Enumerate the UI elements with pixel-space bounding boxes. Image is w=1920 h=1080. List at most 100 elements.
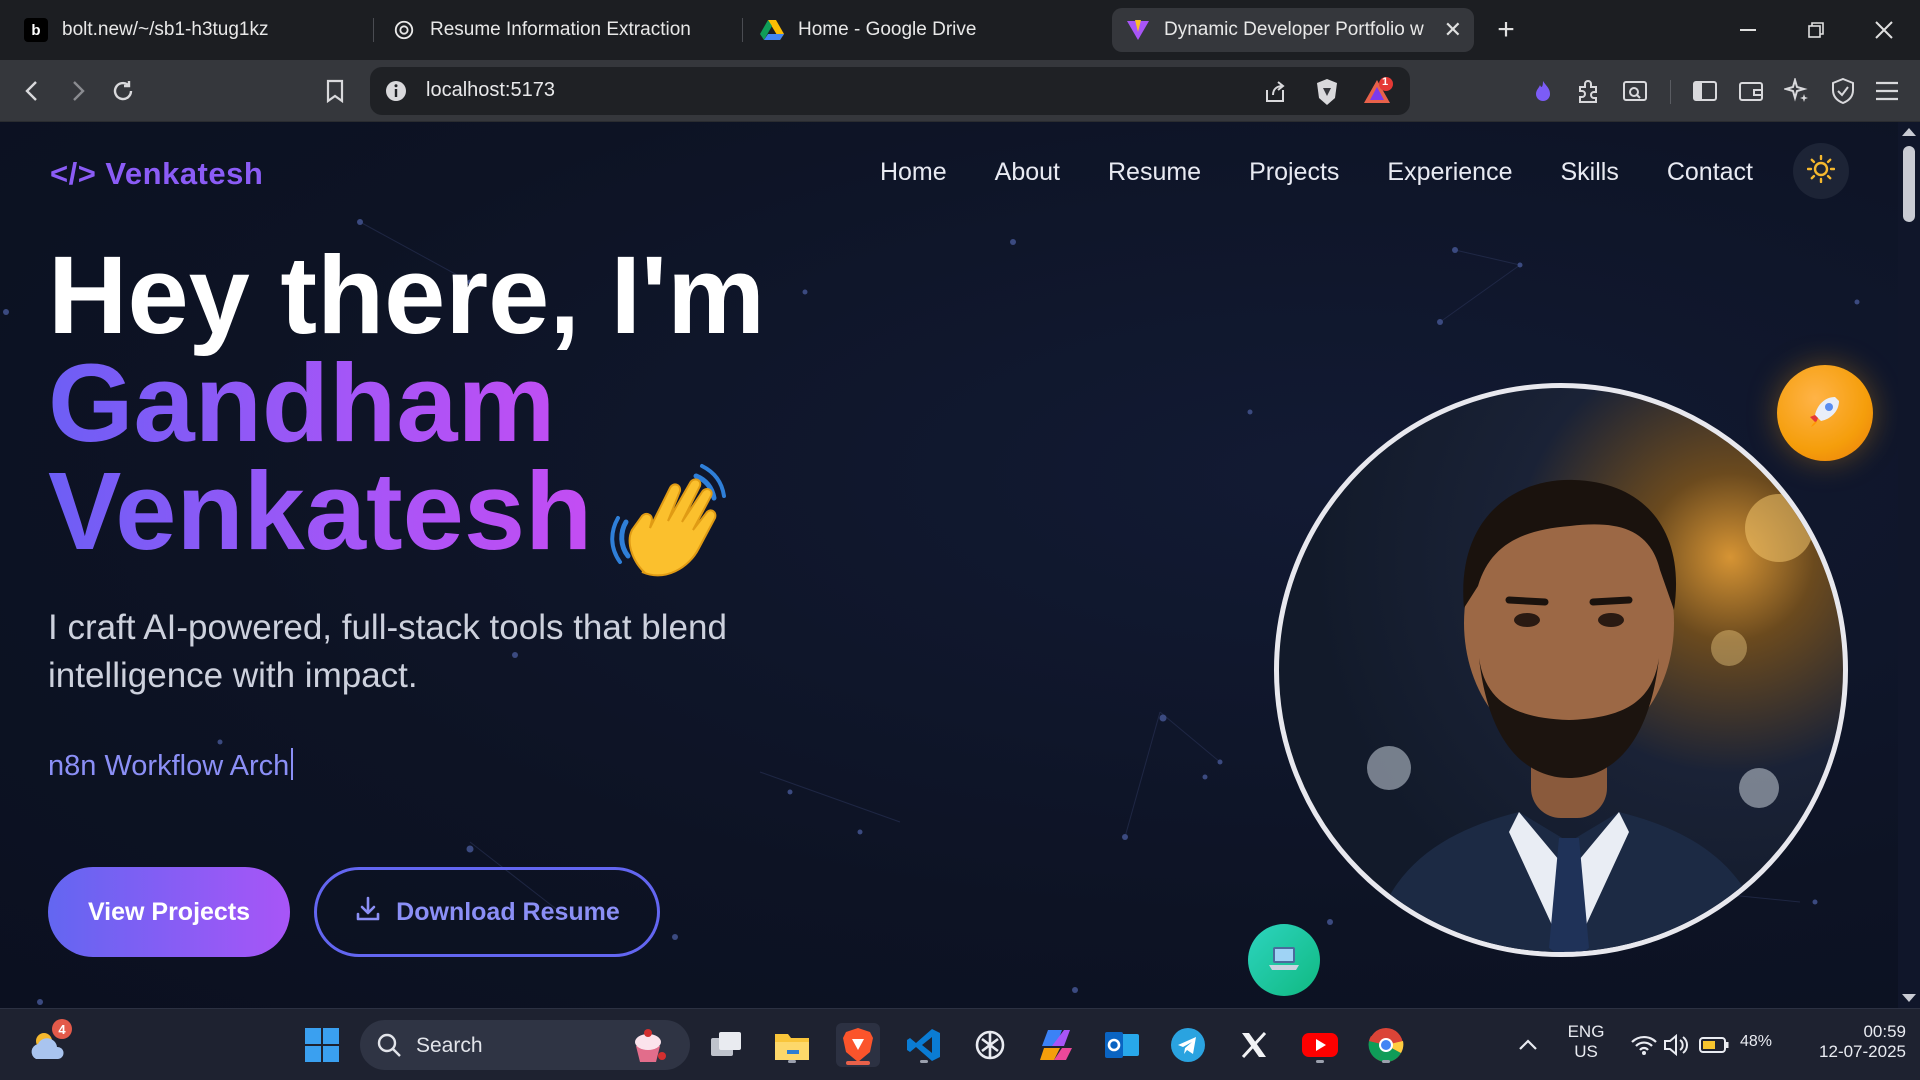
forward-button[interactable]: [58, 72, 96, 110]
weather-widget[interactable]: 4: [26, 1019, 72, 1067]
browser-toolbar: localhost:5173 1: [0, 60, 1920, 122]
brave-browser-icon[interactable]: [836, 1023, 880, 1067]
nav-experience[interactable]: Experience: [1387, 158, 1512, 187]
chrome-icon[interactable]: [1364, 1023, 1408, 1067]
tab-google-drive[interactable]: Home - Google Drive: [746, 8, 1106, 52]
start-button[interactable]: [300, 1023, 344, 1067]
site-logo[interactable]: </> Venkatesh: [50, 156, 263, 192]
vpn-icon[interactable]: [1824, 72, 1862, 110]
site-info-icon[interactable]: [384, 79, 408, 103]
google-drive-icon: [760, 18, 784, 42]
restore-button[interactable]: [1782, 8, 1850, 52]
tab-resume-extraction[interactable]: Resume Information Extraction: [378, 8, 738, 52]
typed-role-value: n8n Workflow Arch: [48, 750, 290, 782]
typing-caret: [291, 748, 294, 780]
youtube-icon[interactable]: [1298, 1023, 1342, 1067]
browser-tab-strip: b bolt.new/~/sb1-h3tug1kz Resume Informa…: [0, 0, 1920, 60]
language-indicator[interactable]: ENG US: [1556, 1022, 1616, 1062]
battery-percent: 48%: [1739, 1033, 1773, 1050]
address-bar[interactable]: localhost:5173 1: [370, 67, 1410, 115]
download-icon: [354, 895, 382, 930]
weather-badge: 4: [52, 1019, 72, 1039]
running-indicator: [1316, 1060, 1324, 1063]
windows-taskbar: 4 Search ENG US 48% 00:59 12-07-2025: [0, 1008, 1920, 1080]
taskbar-search[interactable]: Search: [360, 1020, 690, 1070]
menu-icon[interactable]: [1868, 72, 1906, 110]
download-resume-button[interactable]: Download Resume: [314, 867, 660, 957]
tab-title: Home - Google Drive: [798, 19, 977, 40]
url-text[interactable]: localhost:5173: [426, 79, 555, 102]
brave-shields-icon[interactable]: [1312, 77, 1342, 107]
scroll-down-arrow[interactable]: [1902, 994, 1916, 1002]
tab-bolt[interactable]: b bolt.new/~/sb1-h3tug1kz: [10, 8, 370, 52]
site-nav: Home About Resume Projects Experience Sk…: [880, 158, 1753, 187]
new-tab-button[interactable]: +: [1488, 10, 1524, 50]
running-indicator: [920, 1060, 928, 1063]
brave-rewards-icon[interactable]: 1: [1364, 76, 1394, 107]
sun-icon: [1806, 154, 1836, 188]
vscode-icon[interactable]: [902, 1023, 946, 1067]
clock-time: 00:59: [1863, 1022, 1906, 1041]
page-viewport: </> Venkatesh Home About Resume Projects…: [0, 122, 1898, 1008]
tab-title: Resume Information Extraction: [430, 19, 691, 40]
notification-badge: 1: [1382, 76, 1389, 88]
search-icon: [376, 1032, 402, 1063]
x-twitter-icon[interactable]: [1232, 1023, 1276, 1067]
scrollbar-thumb[interactable]: [1903, 146, 1915, 222]
region-code: US: [1574, 1042, 1598, 1061]
file-explorer-icon[interactable]: [770, 1023, 814, 1067]
reload-button[interactable]: [104, 72, 142, 110]
extensions-icon[interactable]: [1570, 72, 1608, 110]
telegram-icon[interactable]: [1166, 1023, 1210, 1067]
battery-icon[interactable]: [1696, 1023, 1732, 1067]
hero-tagline: I craft AI-powered, full-stack tools tha…: [48, 608, 727, 695]
profile-photo: [1274, 383, 1848, 957]
wallet-icon[interactable]: [1732, 72, 1770, 110]
clock-date: 12-07-2025: [1819, 1042, 1906, 1061]
nav-skills[interactable]: Skills: [1560, 158, 1618, 187]
nav-contact[interactable]: Contact: [1667, 158, 1753, 187]
minimize-button[interactable]: [1714, 8, 1782, 52]
nav-projects[interactable]: Projects: [1249, 158, 1339, 187]
bolt-icon: b: [24, 18, 48, 42]
waving-hand-icon: [610, 462, 730, 592]
active-indicator: [846, 1061, 870, 1065]
theme-toggle-button[interactable]: [1793, 143, 1849, 199]
nav-resume[interactable]: Resume: [1108, 158, 1201, 187]
volume-icon[interactable]: [1654, 1023, 1698, 1067]
nav-about[interactable]: About: [995, 158, 1060, 187]
outlook-icon[interactable]: [1100, 1023, 1144, 1067]
share-icon[interactable]: [1260, 77, 1290, 107]
reader-mode-icon[interactable]: [1616, 72, 1654, 110]
rocket-floating-button[interactable]: [1777, 365, 1873, 461]
bookmark-icon[interactable]: [316, 72, 354, 110]
copilot-icon[interactable]: [1034, 1023, 1078, 1067]
typed-role-text: n8n Workflow Arch: [48, 748, 294, 783]
show-hidden-icons-chevron-icon[interactable]: [1506, 1023, 1550, 1067]
scroll-up-arrow[interactable]: [1902, 128, 1916, 136]
chatgpt-icon: [392, 18, 416, 42]
vite-icon: [1126, 18, 1150, 42]
download-resume-label: Download Resume: [396, 897, 620, 926]
cupcake-icon: [628, 1026, 668, 1069]
page-scrollbar[interactable]: [1898, 122, 1920, 1008]
view-projects-button[interactable]: View Projects: [48, 867, 290, 957]
tab-portfolio[interactable]: Dynamic Developer Portfolio wit ✕: [1112, 8, 1474, 52]
close-tab-icon[interactable]: ✕: [1444, 17, 1462, 43]
back-button[interactable]: [14, 72, 52, 110]
leo-sparkle-icon[interactable]: [1778, 72, 1816, 110]
task-view-icon[interactable]: [704, 1023, 748, 1067]
language-code: ENG: [1567, 1022, 1605, 1041]
toolbar-divider: [1670, 80, 1671, 104]
nav-home[interactable]: Home: [880, 158, 947, 187]
tab-title: Dynamic Developer Portfolio wit: [1164, 19, 1424, 40]
laptop-floating-button[interactable]: [1248, 924, 1320, 996]
hero-greeting: Hey there, I'm: [48, 234, 765, 357]
sidebar-icon[interactable]: [1686, 72, 1724, 110]
close-window-button[interactable]: [1850, 8, 1918, 52]
hero-first-name: Gandham: [48, 349, 765, 459]
chatgpt-app-icon[interactable]: [968, 1023, 1012, 1067]
clock[interactable]: 00:59 12-07-2025: [1794, 1022, 1906, 1062]
tab-divider: [373, 18, 374, 42]
leo-ai-icon[interactable]: [1524, 72, 1562, 110]
